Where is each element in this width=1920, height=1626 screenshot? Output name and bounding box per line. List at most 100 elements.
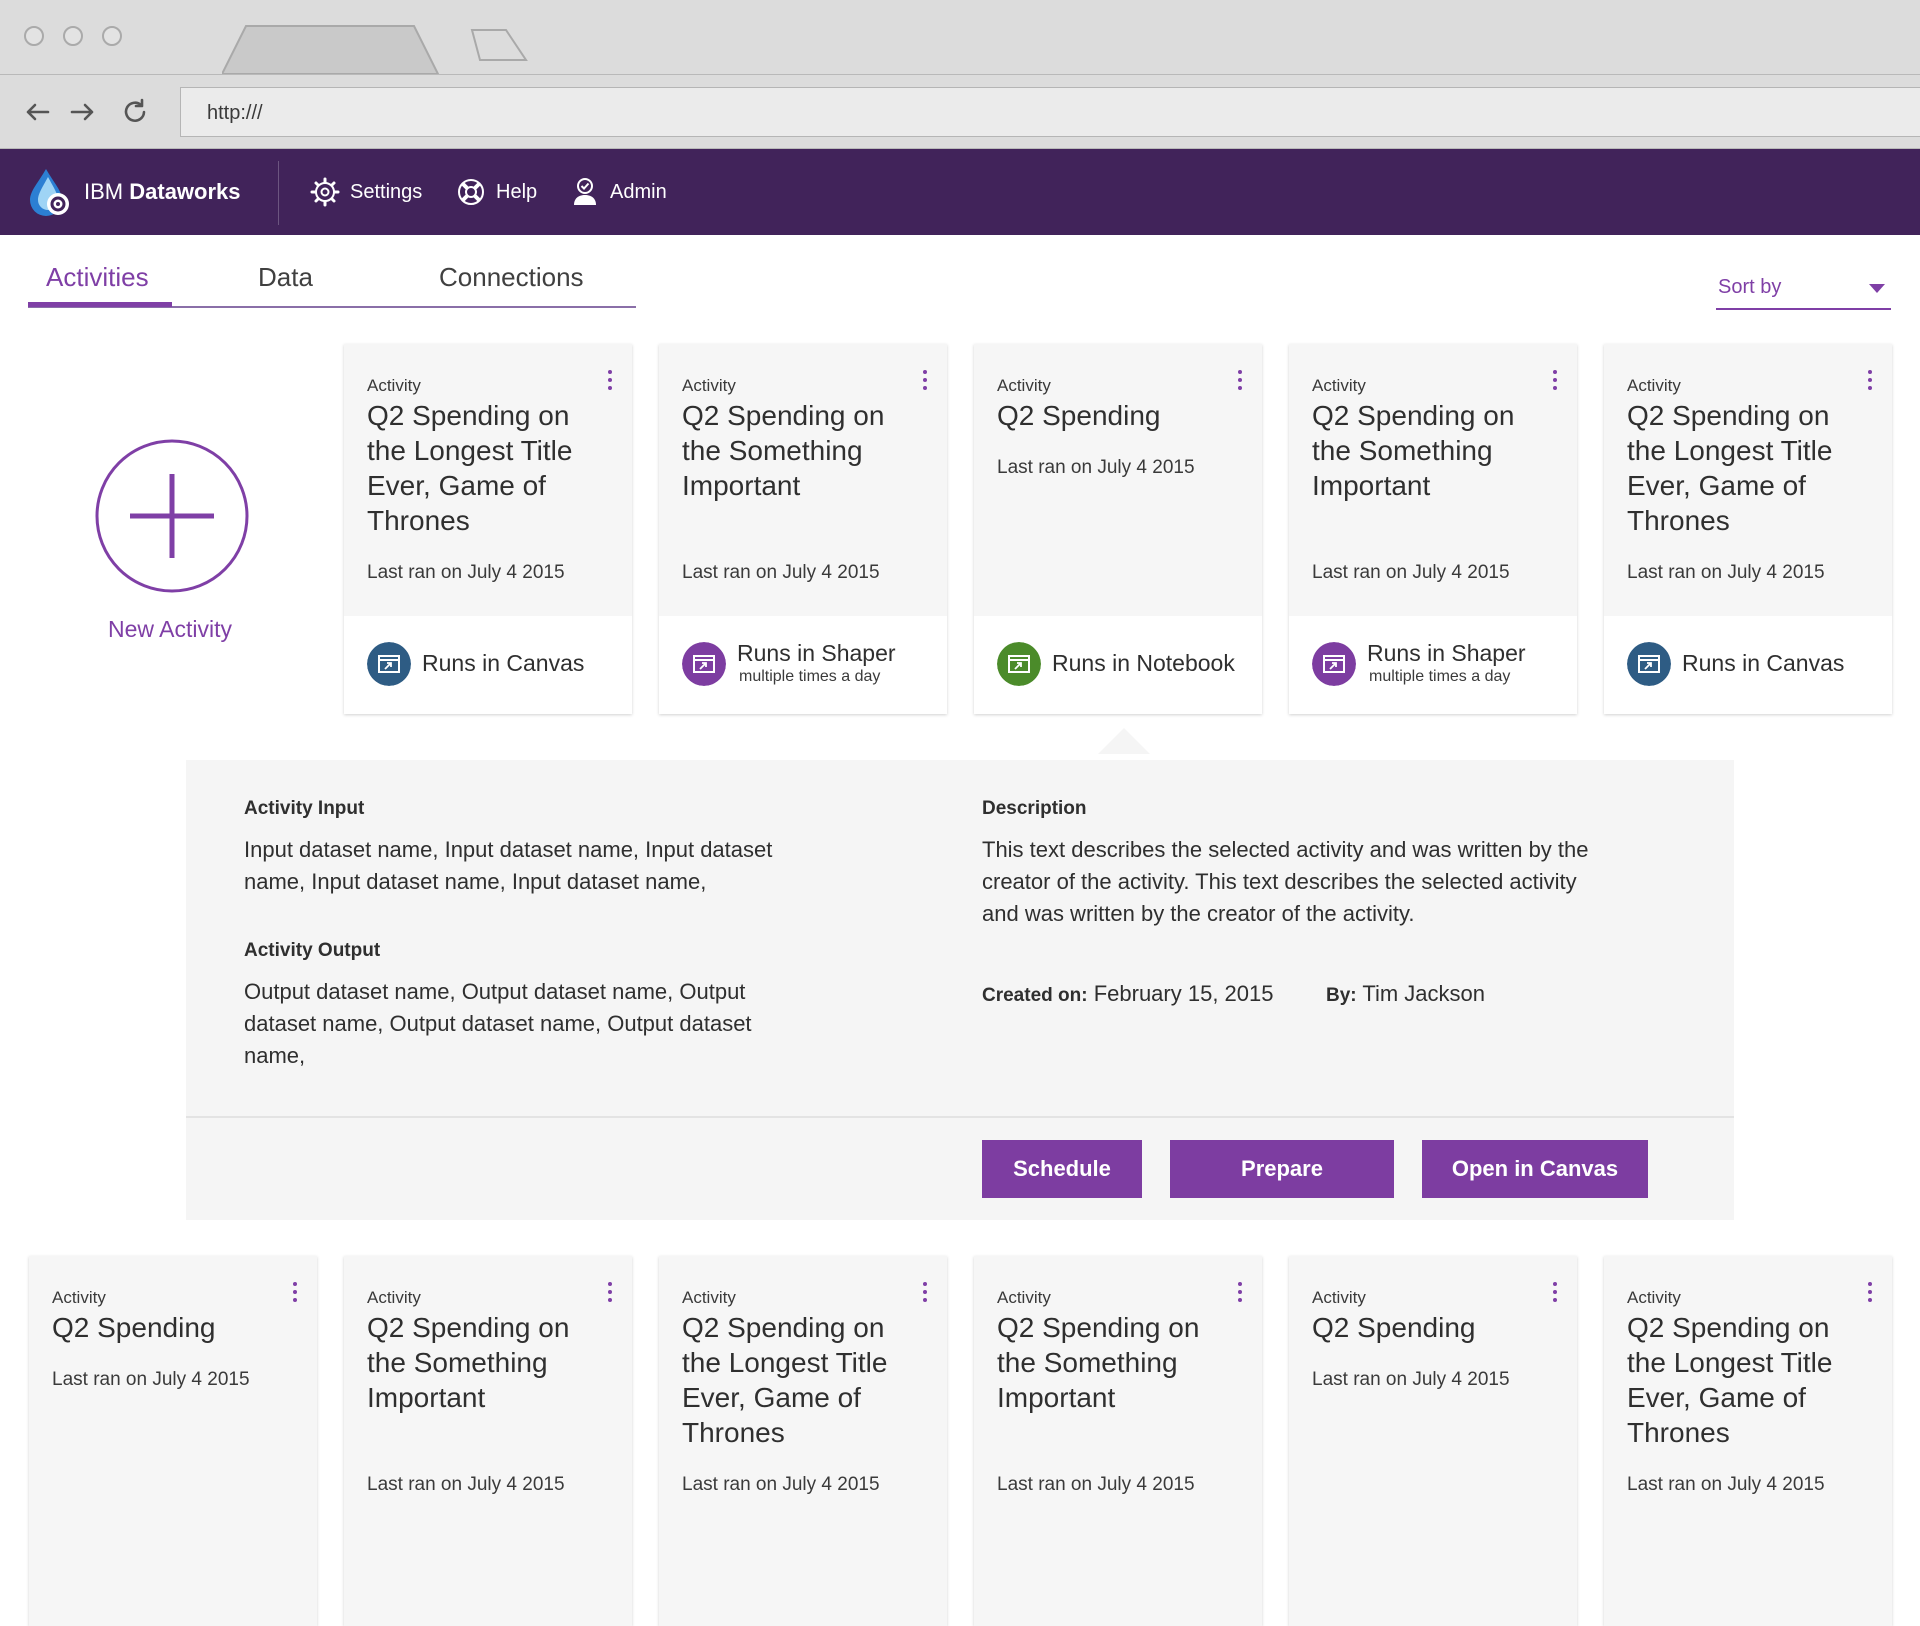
activity-card[interactable]: Activity Q2 Spending on the Longest Title… (344, 344, 632, 714)
more-options-icon[interactable] (921, 1282, 929, 1306)
more-options-icon[interactable] (606, 1282, 614, 1306)
activity-card[interactable]: Activity Q2 Spending Last ran on July 4 20… (1289, 1256, 1577, 1626)
prepare-button[interactable]: Prepare (1170, 1140, 1394, 1198)
nav-help[interactable]: Help (456, 177, 537, 207)
card-title: Q2 Spending on the Something Important (367, 1312, 570, 1413)
more-options-icon[interactable] (1866, 1282, 1874, 1306)
card-last-ran: Last ran on July 4 2015 (1312, 562, 1510, 583)
runs-in-label: Runs in Notebook (1052, 650, 1235, 676)
created-by: By: Tim Jackson (1326, 978, 1485, 1012)
admin-user-icon (574, 178, 596, 205)
activity-card[interactable]: Activity Q2 Spending Last ran on July 4 20… (974, 344, 1262, 714)
reload-icon[interactable] (120, 97, 150, 127)
runs-in-label: Runs in Shaper (1367, 640, 1526, 666)
card-title: Q2 Spending (997, 400, 1161, 431)
card-title: Q2 Spending on the Longest Title Ever, G… (1627, 400, 1833, 536)
caret-down-icon (1869, 284, 1885, 293)
card-last-ran: Last ran on July 4 2015 (682, 1474, 880, 1495)
more-options-icon[interactable] (921, 370, 929, 394)
card-type-label: Activity (1312, 376, 1366, 395)
card-runs-footer: Runs in Shaper multiple times a day (1289, 616, 1577, 714)
app-brand[interactable]: IBM Dataworks (84, 179, 241, 205)
nav-settings[interactable]: Settings (310, 177, 422, 207)
card-title: Q2 Spending on the Longest Title Ever, G… (1627, 1312, 1833, 1448)
url-text: http:/// (207, 102, 263, 124)
runs-in-notebook-icon (997, 642, 1041, 686)
card-type-label: Activity (997, 1288, 1051, 1307)
more-options-icon[interactable] (1551, 370, 1559, 394)
activity-card[interactable]: Activity Q2 Spending Last ran on July 4 20… (29, 1256, 317, 1626)
runs-in-label: Runs in Shaper (737, 640, 896, 666)
card-title: Q2 Spending (1312, 1312, 1476, 1343)
selected-card-pointer (1098, 728, 1150, 754)
new-tab-button[interactable] (470, 28, 528, 62)
more-options-icon[interactable] (606, 370, 614, 394)
card-runs-footer: Runs in Canvas (344, 616, 632, 714)
window-minimize-button[interactable] (63, 26, 83, 46)
more-options-icon[interactable] (1236, 370, 1244, 394)
tab-activities[interactable]: Activities (46, 262, 149, 293)
browser-tab[interactable] (222, 24, 472, 74)
card-runs-footer: Runs in Shaper multiple times a day (659, 616, 947, 714)
nav-admin-label: Admin (610, 180, 667, 203)
card-type-label: Activity (1312, 1288, 1366, 1307)
more-options-icon[interactable] (291, 1282, 299, 1306)
activity-card[interactable]: Activity Q2 Spending on the Something Imp… (344, 1256, 632, 1626)
window-close-button[interactable] (24, 26, 44, 46)
activity-output-heading: Activity Output (244, 940, 381, 961)
runs-in-canvas-icon (1627, 642, 1671, 686)
new-activity-label[interactable]: New Activity (60, 616, 280, 643)
card-title: Q2 Spending on the Something Important (997, 1312, 1200, 1413)
browser-chrome: http:/// (0, 0, 1920, 149)
brand-prefix: IBM (84, 179, 124, 204)
nav-admin[interactable]: Admin (570, 177, 667, 207)
new-activity-button[interactable] (94, 438, 250, 594)
card-last-ran: Last ran on July 4 2015 (367, 562, 565, 583)
activity-card[interactable]: Activity Q2 Spending on the Longest Title… (1604, 344, 1892, 714)
card-type-label: Activity (1627, 376, 1681, 395)
card-last-ran: Last ran on July 4 2015 (52, 1369, 250, 1390)
activity-card[interactable]: Activity Q2 Spending on the Longest Title… (1604, 1256, 1892, 1626)
created-on-value: February 15, 2015 (1093, 981, 1274, 1006)
tab-data[interactable]: Data (258, 262, 313, 293)
lifebuoy-icon (458, 179, 484, 205)
brand-name: Dataworks (129, 179, 241, 204)
back-arrow-icon[interactable] (22, 97, 52, 127)
runs-frequency: multiple times a day (1369, 668, 1511, 685)
description-text: This text describes the selected activit… (982, 837, 1589, 926)
card-last-ran: Last ran on July 4 2015 (367, 1474, 565, 1495)
address-bar[interactable]: http:/// (180, 87, 1920, 137)
card-last-ran: Last ran on July 4 2015 (1627, 562, 1825, 583)
card-title: Q2 Spending (52, 1312, 216, 1343)
created-on-label: Created on: (982, 985, 1088, 1006)
card-type-label: Activity (367, 1288, 421, 1307)
sort-dropdown[interactable]: Sort by (1716, 274, 1891, 310)
activity-card[interactable]: Activity Q2 Spending on the Something Imp… (659, 344, 947, 714)
more-options-icon[interactable] (1866, 370, 1874, 394)
more-options-icon[interactable] (1551, 1282, 1559, 1306)
activity-card[interactable]: Activity Q2 Spending on the Something Imp… (974, 1256, 1262, 1626)
activity-card[interactable]: Activity Q2 Spending on the Longest Title… (659, 1256, 947, 1626)
forward-arrow-icon[interactable] (68, 97, 98, 127)
activity-output-text: Output dataset name, Output dataset name… (244, 979, 752, 1068)
tab-connections[interactable]: Connections (439, 262, 584, 293)
dataworks-logo-icon (30, 169, 69, 216)
card-runs-footer: Runs in Notebook (974, 616, 1262, 714)
runs-in-label: Runs in Canvas (422, 650, 585, 676)
card-type-label: Activity (997, 376, 1051, 395)
schedule-button[interactable]: Schedule (982, 1140, 1142, 1198)
nav-help-label: Help (496, 180, 538, 203)
runs-in-shaper-icon (1312, 642, 1356, 686)
window-maximize-button[interactable] (102, 26, 122, 46)
more-options-icon[interactable] (1236, 1282, 1244, 1306)
card-title: Q2 Spending on the Longest Title Ever, G… (367, 400, 573, 536)
gear-icon (310, 177, 340, 207)
card-last-ran: Last ran on July 4 2015 (682, 562, 880, 583)
activity-card[interactable]: Activity Q2 Spending on the Something Imp… (1289, 344, 1577, 714)
browser-toolbar: http:/// (0, 74, 1920, 149)
created-by-label: By: (1326, 985, 1357, 1006)
card-type-label: Activity (682, 376, 736, 395)
open-in-canvas-button[interactable]: Open in Canvas (1422, 1140, 1648, 1198)
runs-in-shaper-icon (682, 642, 726, 686)
card-type-label: Activity (52, 1288, 106, 1307)
